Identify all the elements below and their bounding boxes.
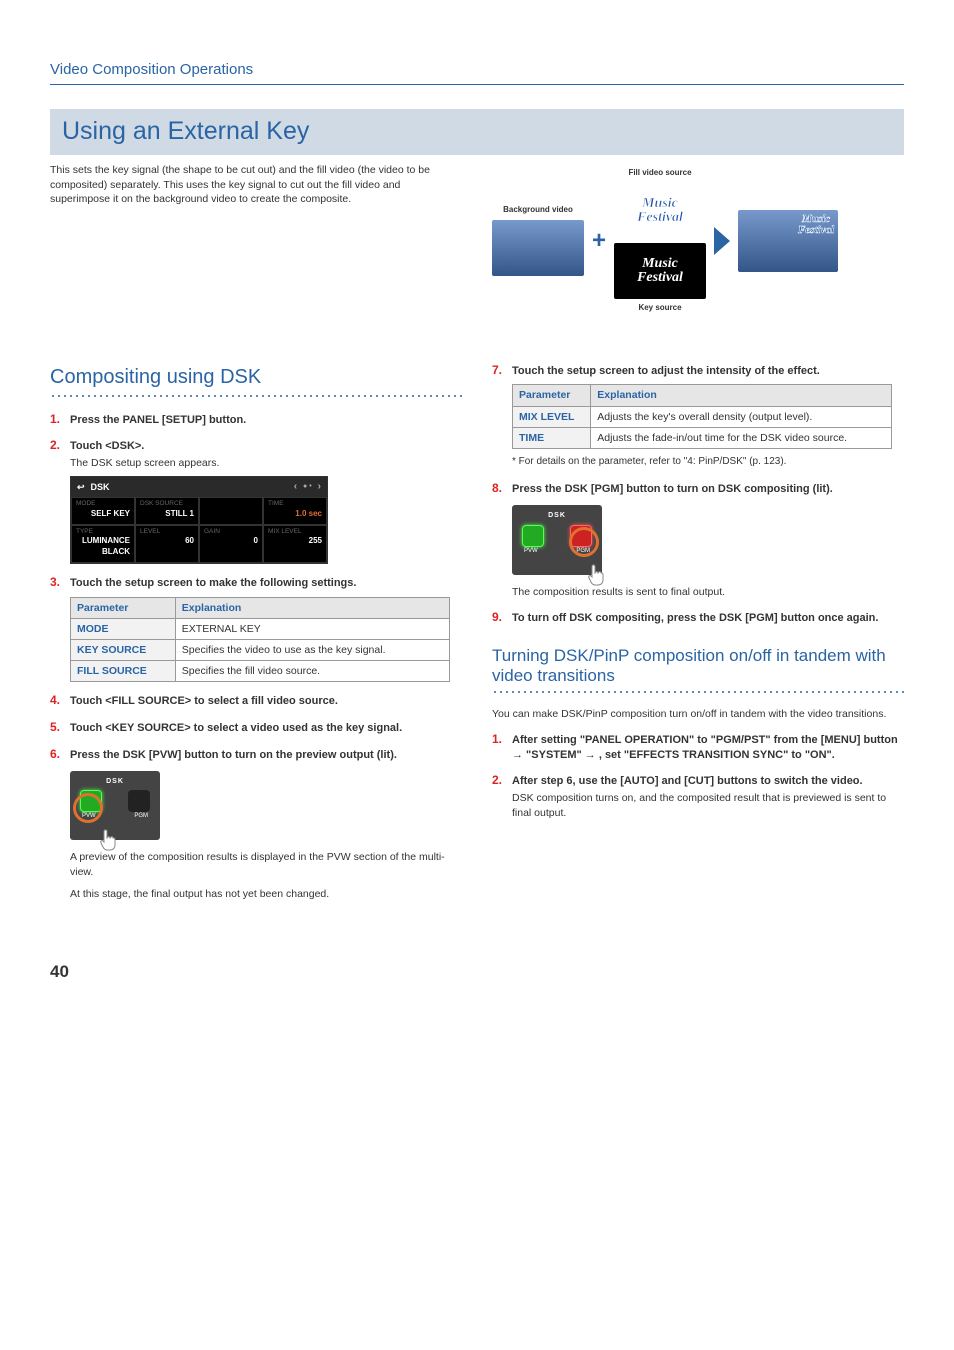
dsk-pvw-panel: DSK PVWPGM bbox=[70, 771, 160, 841]
fill-label: Fill video source bbox=[628, 168, 691, 179]
step-6-sub1: A preview of the composition results is … bbox=[70, 850, 462, 878]
composition-diagram: Background video + Fill video source Mus… bbox=[492, 168, 904, 314]
step-1: 1. Press the PANEL [SETUP] button. bbox=[50, 411, 462, 428]
pgm-button-off bbox=[128, 790, 150, 812]
intro-text: This sets the key signal (the shape to b… bbox=[50, 163, 430, 207]
nav-right-icon: › bbox=[318, 480, 321, 494]
key-thumb: MusicFestival bbox=[614, 243, 706, 299]
highlight-circle-icon bbox=[73, 793, 103, 823]
step-8-sub: The composition results is sent to final… bbox=[512, 585, 904, 599]
plus-icon: + bbox=[592, 225, 606, 257]
dsk-setup-screenshot: ↩ DSK ‹ ● • › MODESELF KEY DSK SOURCESTI… bbox=[70, 476, 328, 563]
arrow-right-icon bbox=[714, 227, 730, 255]
step-9: 9. To turn off DSK compositing, press th… bbox=[492, 609, 904, 626]
footnote: * For details on the parameter, refer to… bbox=[512, 455, 904, 469]
page-number: 40 bbox=[50, 961, 904, 984]
bg-label: Background video bbox=[503, 205, 573, 216]
step-6: 6. Press the DSK [PVW] button to turn on… bbox=[50, 746, 462, 763]
tandem-step-1: 1. After setting "PANEL OPERATION" to "P… bbox=[492, 731, 904, 763]
key-label: Key source bbox=[638, 303, 681, 314]
dotline bbox=[50, 395, 462, 397]
step-5: 5. Touch <KEY SOURCE> to select a video … bbox=[50, 719, 462, 736]
step-4: 4. Touch <FILL SOURCE> to select a fill … bbox=[50, 692, 462, 709]
tandem-step-2: 2. After step 6, use the [AUTO] and [CUT… bbox=[492, 772, 904, 789]
step-3: 3. Touch the setup screen to make the fo… bbox=[50, 574, 462, 591]
pvw-button-lit bbox=[522, 525, 544, 547]
hand-pointer-icon bbox=[586, 563, 610, 587]
step-8: 8. Press the DSK [PGM] button to turn on… bbox=[492, 480, 904, 497]
composite-thumb: MusicFestival bbox=[738, 210, 838, 272]
step-2-sub: The DSK setup screen appears. bbox=[70, 456, 462, 470]
dotline bbox=[492, 691, 904, 693]
dsk-pgm-panel: DSK PVWPGM bbox=[512, 505, 602, 575]
table-row: MODEEXTERNAL KEY bbox=[71, 618, 450, 639]
subheading-compositing: Compositing using DSK bbox=[50, 364, 462, 391]
table-row: KEY SOURCESpecifies the video to use as … bbox=[71, 640, 450, 661]
step-6-sub2: At this stage, the final output has not … bbox=[70, 887, 462, 901]
page-dots-icon: ● • bbox=[303, 482, 312, 491]
highlight-circle-icon bbox=[569, 527, 599, 557]
step-2: 2. Touch <DSK>. bbox=[50, 437, 462, 454]
table-row: MIX LEVELAdjusts the key's overall densi… bbox=[513, 406, 892, 427]
main-heading: Using an External Key bbox=[50, 109, 904, 155]
nav-left-icon: ‹ bbox=[294, 480, 297, 494]
step-7: 7. Touch the setup screen to adjust the … bbox=[492, 362, 904, 379]
tandem-step-2-sub: DSK composition turns on, and the compos… bbox=[512, 791, 904, 819]
bg-thumb bbox=[492, 220, 584, 276]
table-row: FILL SOURCESpecifies the fill video sour… bbox=[71, 661, 450, 682]
table-row: TIMEAdjusts the fade-in/out time for the… bbox=[513, 427, 892, 448]
tandem-intro: You can make DSK/PinP composition turn o… bbox=[492, 707, 904, 721]
param-table-1: ParameterExplanation MODEEXTERNAL KEY KE… bbox=[70, 597, 450, 683]
param-table-2: ParameterExplanation MIX LEVELAdjusts th… bbox=[512, 384, 892, 449]
breadcrumb: Video Composition Operations bbox=[50, 60, 904, 85]
fill-thumb: MusicFestival bbox=[614, 183, 706, 239]
subheading-tandem: Turning DSK/PinP composition on/off in t… bbox=[492, 646, 904, 687]
back-icon: ↩ bbox=[77, 481, 85, 493]
hand-pointer-icon bbox=[98, 828, 122, 852]
